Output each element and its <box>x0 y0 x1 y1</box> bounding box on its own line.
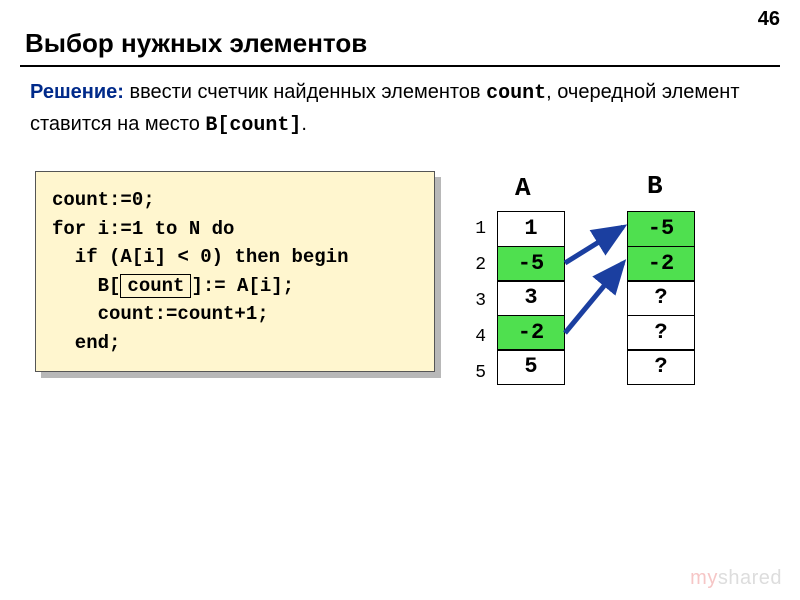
idx-5: 5 <box>465 355 490 391</box>
array-a-column: 1 -5 3 -2 5 <box>497 211 565 385</box>
content-row: count:=0; for i:=1 to N do if (A[i] < 0)… <box>0 171 800 411</box>
code-lt: < <box>177 246 188 268</box>
array-b-column: -5 -2 ? ? ? <box>627 211 695 385</box>
solution-seg3: . <box>301 113 307 135</box>
arrow-a2-to-b1 <box>563 209 633 269</box>
solution-code2: B[count] <box>205 114 301 137</box>
code-line-5: count:=count+1; <box>52 303 269 325</box>
a-cell-3: 3 <box>497 280 565 316</box>
solution-text: Решение: ввести счетчик найденных элемен… <box>0 77 800 141</box>
solution-seg1: ввести счетчик найденных элементов <box>124 81 486 103</box>
b-cell-4: ? <box>627 315 695 351</box>
title-rule <box>20 65 780 67</box>
page-number: 46 <box>758 8 780 31</box>
solution-code1: count <box>486 82 546 105</box>
slide-title: Выбор нужных элементов <box>0 0 800 65</box>
code-line-4a: B[ <box>52 275 120 297</box>
code-line-6: end; <box>52 332 120 354</box>
code-line-3c: 0) then begin <box>200 246 348 268</box>
idx-1: 1 <box>465 211 490 247</box>
code-line-3a: if (A[i] <box>52 246 166 268</box>
array-b-header: B <box>647 171 663 201</box>
code-line-2: for i:=1 to N do <box>52 218 234 240</box>
index-column: 1 2 3 4 5 <box>465 211 490 391</box>
array-a-header: A <box>515 173 531 203</box>
arrow-a4-to-b2 <box>563 241 633 341</box>
wm-my: my <box>690 567 718 589</box>
code-count-box: count <box>120 274 191 299</box>
solution-lead: Решение: <box>30 81 124 103</box>
b-cell-2: -2 <box>627 246 695 282</box>
arrays-diagram: A B 1 2 3 4 5 1 -5 3 -2 5 -5 -2 ? ? ? <box>465 171 775 411</box>
b-cell-5: ? <box>627 349 695 385</box>
watermark: myshared <box>690 567 782 590</box>
a-cell-2: -5 <box>497 246 565 282</box>
wm-shared: shared <box>718 567 782 589</box>
idx-3: 3 <box>465 283 490 319</box>
idx-4: 4 <box>465 319 490 355</box>
a-cell-5: 5 <box>497 349 565 385</box>
idx-2: 2 <box>465 247 490 283</box>
a-cell-4: -2 <box>497 315 565 351</box>
b-cell-1: -5 <box>627 211 695 247</box>
code-block: count:=0; for i:=1 to N do if (A[i] < 0)… <box>35 171 435 372</box>
code-line-1: count:=0; <box>52 189 155 211</box>
b-cell-3: ? <box>627 280 695 316</box>
code-box: count:=0; for i:=1 to N do if (A[i] < 0)… <box>35 171 435 372</box>
code-line-4b: ]:= A[i]; <box>191 275 294 297</box>
a-cell-1: 1 <box>497 211 565 247</box>
